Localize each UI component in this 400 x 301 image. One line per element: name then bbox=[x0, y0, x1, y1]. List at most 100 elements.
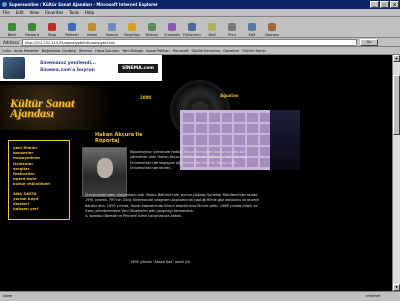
search-icon bbox=[108, 23, 116, 31]
calendar-day[interactable] bbox=[208, 113, 220, 123]
menu-view[interactable]: View bbox=[29, 9, 39, 16]
right-decoration bbox=[270, 110, 300, 170]
nav-item[interactable]: üdüşen yeri bbox=[13, 206, 65, 211]
calendar-day[interactable] bbox=[234, 113, 246, 123]
link-item[interactable]: Günlük Notlar bbox=[242, 47, 266, 54]
status-text: Done bbox=[3, 294, 13, 298]
link-item[interactable]: Yeni Birleşik bbox=[122, 47, 143, 54]
calendar-day[interactable] bbox=[221, 113, 233, 123]
article-paragraph-2: Üniversitesi'nden diplomasını aldı. Resi… bbox=[85, 193, 260, 219]
fullscreen-button[interactable]: Fullscreen bbox=[182, 17, 202, 38]
back-button[interactable]: Back bbox=[2, 17, 22, 38]
edit-icon bbox=[248, 23, 256, 31]
menu-file[interactable]: File bbox=[3, 9, 10, 16]
menu-tools[interactable]: Tools bbox=[69, 9, 79, 16]
link-item[interactable]: Anlık Haberler bbox=[14, 47, 39, 54]
search-button[interactable]: Search bbox=[102, 17, 122, 38]
favorites-button[interactable]: Favorites bbox=[122, 17, 142, 38]
favorites-icon bbox=[128, 23, 136, 31]
sinema-banner[interactable]: Sinemanız yenilendi... Sinema.com'a buyr… bbox=[0, 55, 162, 81]
calendar-day[interactable] bbox=[208, 135, 220, 145]
address-label: Address bbox=[3, 39, 19, 45]
links-bar: Links Anlık Haberler Bağlantılar Cordbtp… bbox=[0, 47, 400, 55]
vertical-scrollbar[interactable]: ▲ ▼ bbox=[392, 55, 400, 291]
go-button[interactable]: Go bbox=[359, 38, 378, 46]
menu-favorites[interactable]: Favorites bbox=[45, 9, 63, 16]
calendar-day[interactable] bbox=[195, 113, 207, 123]
side-nav: yeni filmler konserler müzayedeler tiyat… bbox=[8, 140, 70, 220]
link-item[interactable]: Bağlantılar Cordbtp bbox=[42, 47, 76, 54]
channels-icon bbox=[168, 23, 176, 31]
refresh-button[interactable]: Refresh bbox=[62, 17, 82, 38]
calendar-day[interactable] bbox=[183, 135, 194, 145]
portrait-face bbox=[97, 158, 113, 178]
calendar-month: Ağustos bbox=[220, 93, 239, 98]
link-item[interactable]: Gazetem bbox=[223, 47, 239, 54]
fullscreen-icon bbox=[188, 23, 196, 31]
refresh-icon bbox=[68, 23, 76, 31]
interview-photo bbox=[82, 147, 127, 197]
article-paragraph-4: 1995 yılında "Aksak Kaz" isimli şiir bbox=[130, 260, 191, 264]
title-bar: Supersonline / Kültür Sanat Ajandası - M… bbox=[0, 0, 400, 9]
calendar-day[interactable] bbox=[234, 135, 246, 145]
mail-icon bbox=[208, 23, 216, 31]
link-item[interactable]: Microsoft bbox=[173, 47, 189, 54]
banner-image bbox=[3, 57, 25, 79]
calendar-day[interactable] bbox=[183, 124, 194, 134]
menu-edit[interactable]: Edit bbox=[16, 9, 24, 16]
link-item[interactable]: Sinema bbox=[79, 47, 92, 54]
close-button[interactable]: × bbox=[390, 1, 399, 8]
link-item[interactable]: Hava Durumu bbox=[95, 47, 119, 54]
status-bar: Done Internet bbox=[0, 291, 400, 300]
toolbar: Back Forward Stop Refresh Home Search Fa… bbox=[0, 17, 400, 38]
forward-icon bbox=[28, 23, 36, 31]
banner-link[interactable]: Sinema.com'a buyrun bbox=[40, 68, 95, 73]
window-title: Supersonline / Kültür Sanat Ajandası - M… bbox=[9, 2, 158, 7]
edit-button[interactable]: Edit bbox=[242, 17, 262, 38]
channels-button[interactable]: Channels bbox=[162, 17, 182, 38]
calendar-day[interactable] bbox=[195, 135, 207, 145]
nav-item[interactable]: kültür etkinlikleri bbox=[13, 181, 65, 186]
stop-icon bbox=[48, 23, 56, 31]
home-button[interactable]: Home bbox=[82, 17, 102, 38]
article-paragraph-1: Röportajımız içerisinde Hakan Akçura ism… bbox=[130, 150, 248, 170]
calendar-day[interactable] bbox=[183, 113, 194, 123]
print-button[interactable]: Print bbox=[222, 17, 242, 38]
scroll-thumb[interactable] bbox=[393, 75, 400, 135]
link-item[interactable]: Kanal Pelikan bbox=[146, 47, 169, 54]
calendar-day[interactable] bbox=[208, 124, 220, 134]
minimize-button[interactable]: _ bbox=[370, 1, 379, 8]
scroll-down-button[interactable]: ▼ bbox=[393, 284, 400, 291]
page-viewport: Sinemanız yenilendi... Sinema.com'a buyr… bbox=[0, 55, 392, 291]
ie-icon bbox=[2, 2, 7, 7]
calendar-day[interactable] bbox=[195, 124, 207, 134]
discuss-icon bbox=[268, 23, 276, 31]
scroll-up-button[interactable]: ▲ bbox=[393, 55, 400, 62]
link-item[interactable]: Sözlük Ekrannes bbox=[192, 47, 221, 54]
menu-bar: File Edit View Favorites Tools Help bbox=[0, 9, 400, 17]
mail-button[interactable]: Mail bbox=[202, 17, 222, 38]
forward-button[interactable]: Forward bbox=[22, 17, 42, 38]
sinema-logo: SİNEMA.com bbox=[118, 64, 158, 73]
calendar-day[interactable] bbox=[247, 113, 259, 123]
discuss-button[interactable]: Discuss bbox=[262, 17, 282, 38]
history-button[interactable]: History bbox=[142, 17, 162, 38]
calendar-day[interactable] bbox=[221, 135, 233, 145]
article-title: Hakan Akçura'ile Röportaj bbox=[95, 132, 143, 144]
print-icon bbox=[228, 23, 236, 31]
stop-button[interactable]: Stop bbox=[42, 17, 62, 38]
calendar-day[interactable] bbox=[234, 124, 246, 134]
back-icon bbox=[8, 23, 16, 31]
banner-text: Sinemanız yenilendi... bbox=[40, 61, 97, 66]
calendar-day[interactable] bbox=[247, 124, 259, 134]
maximize-button[interactable]: □ bbox=[380, 1, 389, 8]
history-icon bbox=[148, 23, 156, 31]
calendar-day[interactable] bbox=[221, 124, 233, 134]
address-input[interactable]: http://212.252.114.35/ajanda/etkinlik/sa… bbox=[21, 38, 357, 46]
calendar-day[interactable] bbox=[247, 135, 259, 145]
links-label: Links bbox=[2, 49, 11, 53]
calendar-year: 2000 bbox=[140, 95, 152, 100]
site-logo: Kültür Sanat Ajandası bbox=[0, 85, 110, 130]
menu-help[interactable]: Help bbox=[85, 9, 94, 16]
address-bar: Address http://212.252.114.35/ajanda/etk… bbox=[0, 38, 400, 47]
